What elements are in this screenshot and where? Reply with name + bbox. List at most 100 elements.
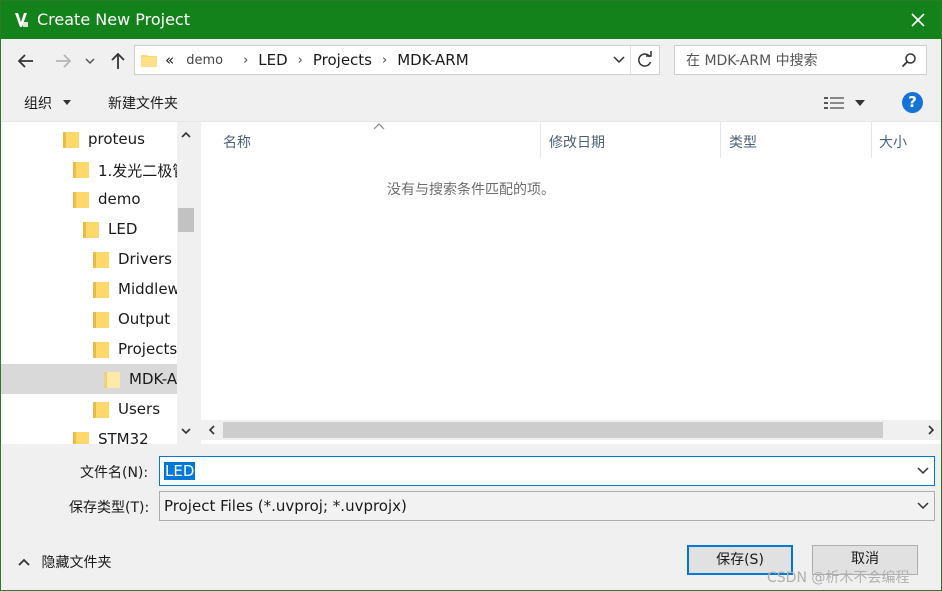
breadcrumb-item-mdk-arm[interactable]: MDK-ARM — [397, 51, 468, 69]
chevron-down-icon — [917, 502, 929, 510]
folder-icon — [63, 132, 79, 148]
chevron-down-icon[interactable] — [612, 52, 626, 68]
details-view-icon — [824, 97, 865, 109]
chevron-up-icon — [18, 558, 30, 566]
new-folder-button[interactable]: 新建文件夹 — [108, 93, 178, 113]
folder-icon — [83, 222, 99, 238]
tree-item-label: Users — [118, 400, 161, 418]
refresh-button[interactable] — [630, 46, 659, 74]
tree-item-label: proteus — [88, 130, 145, 148]
recent-locations-button[interactable] — [81, 49, 99, 73]
tree-item-middleware[interactable]: Middleware — [1, 274, 177, 304]
folder-icon — [73, 432, 89, 444]
tree-item-led[interactable]: LED — [1, 214, 177, 244]
tree-item-users[interactable]: Users — [1, 394, 177, 424]
watermark: CSDN @析木不会编程 — [767, 570, 910, 586]
column-header-date[interactable]: 修改日期 — [549, 132, 605, 152]
breadcrumb-item-projects[interactable]: Projects — [313, 51, 372, 69]
column-divider[interactable] — [720, 122, 721, 158]
tree-item-label: Projects — [118, 340, 177, 358]
tree-item-label: LED — [108, 220, 138, 238]
folder-icon — [93, 402, 109, 418]
arrow-left-icon — [17, 54, 33, 68]
column-divider[interactable] — [540, 122, 541, 158]
folder-icon — [73, 192, 89, 208]
help-button[interactable]: ? — [902, 92, 923, 113]
tree-item-stm32[interactable]: STM32 — [1, 424, 177, 444]
column-divider[interactable] — [871, 122, 872, 158]
search-input[interactable] — [684, 50, 888, 72]
up-button[interactable] — [105, 49, 131, 73]
back-button[interactable] — [13, 49, 39, 73]
keil-app-icon — [13, 11, 29, 29]
file-list: 名称 修改日期 类型 大小 没有与搜索条件匹配的项。 — [201, 122, 941, 444]
filename-value[interactable]: LED — [164, 462, 196, 480]
create-new-project-dialog: Create New Project « demo › LED › Projec… — [0, 0, 942, 591]
refresh-icon — [638, 51, 652, 67]
folder-icon — [93, 342, 109, 358]
scroll-up-icon[interactable] — [177, 126, 195, 144]
tree-item-projects[interactable]: Projects — [1, 334, 177, 364]
filetype-select[interactable]: Project Files (*.uvproj; *.uvprojx) — [159, 491, 935, 521]
close-icon — [911, 13, 925, 27]
tree-item-label: Middleware — [118, 280, 177, 298]
folder-icon — [141, 55, 157, 67]
tree-item-label: MDK-ARM — [129, 370, 177, 388]
arrow-right-icon — [56, 54, 72, 68]
folder-icon — [93, 252, 109, 268]
window-title: Create New Project — [37, 10, 190, 29]
scrollbar-thumb[interactable] — [178, 208, 194, 232]
tree-item-label: 1.发光二极管 — [98, 162, 177, 180]
scroll-down-icon[interactable] — [177, 422, 195, 440]
tree-item-label: demo — [98, 190, 141, 208]
folder-icon — [93, 312, 109, 328]
chevron-down-icon — [85, 58, 95, 65]
horizontal-scrollbar[interactable] — [201, 420, 941, 440]
filetype-label: 保存类型(T): — [69, 500, 150, 516]
title-bar: Create New Project — [1, 1, 941, 39]
tree-item-drivers[interactable]: Drivers — [1, 244, 177, 274]
scroll-left-icon[interactable] — [203, 420, 221, 440]
tree-item-label: STM32 — [98, 430, 149, 444]
organize-label: 组织 — [24, 96, 52, 112]
breadcrumb-overflow[interactable]: « — [165, 51, 174, 69]
column-header-type[interactable]: 类型 — [729, 132, 757, 152]
scrollbar-thumb[interactable] — [223, 422, 883, 438]
column-header-name[interactable]: 名称 — [223, 132, 251, 152]
caret-down-icon — [63, 100, 72, 105]
address-bar[interactable]: « demo › LED › Projects › MDK-ARM — [134, 45, 660, 75]
tree-item-label: Output — [118, 310, 171, 328]
hide-folders-label: 隐藏文件夹 — [41, 555, 112, 571]
sort-ascending-icon — [373, 123, 385, 130]
folder-icon — [73, 162, 89, 178]
filename-input[interactable]: LED — [159, 456, 935, 486]
tree-item-led-diode[interactable]: 1.发光二极管 — [1, 154, 177, 184]
chevron-down-icon[interactable] — [916, 465, 930, 477]
hide-folders-toggle[interactable]: 隐藏文件夹 — [17, 552, 111, 572]
folder-icon — [104, 372, 120, 388]
arrow-up-icon — [111, 52, 125, 69]
forward-button[interactable] — [50, 49, 76, 73]
tree-item-output[interactable]: Output — [1, 304, 177, 334]
close-button[interactable] — [895, 1, 941, 39]
tree-item-proteus[interactable]: proteus — [1, 124, 177, 154]
search-icon[interactable] — [901, 52, 917, 68]
breadcrumb-item-demo[interactable]: demo — [186, 53, 223, 68]
command-bar: 组织 新建文件夹 ? — [1, 85, 941, 122]
filetype-value: Project Files (*.uvproj; *.uvprojx) — [164, 497, 407, 515]
filename-label: 文件名(N): — [80, 465, 149, 481]
tree-item-label: Drivers — [118, 250, 172, 268]
change-view-button[interactable] — [823, 95, 867, 115]
organize-button[interactable]: 组织 — [24, 93, 74, 113]
column-header-size[interactable]: 大小 — [879, 132, 907, 152]
navigation-pane: proteus 1.发光二极管 demo LED Drivers Middlew… — [1, 122, 195, 444]
tree-item-demo[interactable]: demo — [1, 184, 177, 214]
folder-icon — [93, 282, 109, 298]
search-box[interactable] — [674, 45, 927, 75]
scroll-right-icon[interactable] — [922, 420, 940, 440]
breadcrumb: « demo › LED › Projects › MDK-ARM — [165, 51, 469, 69]
breadcrumb-item-led[interactable]: LED — [258, 51, 287, 69]
navigation-scrollbar[interactable] — [177, 122, 195, 444]
tree-item-mdk-arm[interactable]: MDK-ARM — [1, 364, 177, 394]
empty-message: 没有与搜索条件匹配的项。 — [387, 182, 555, 198]
